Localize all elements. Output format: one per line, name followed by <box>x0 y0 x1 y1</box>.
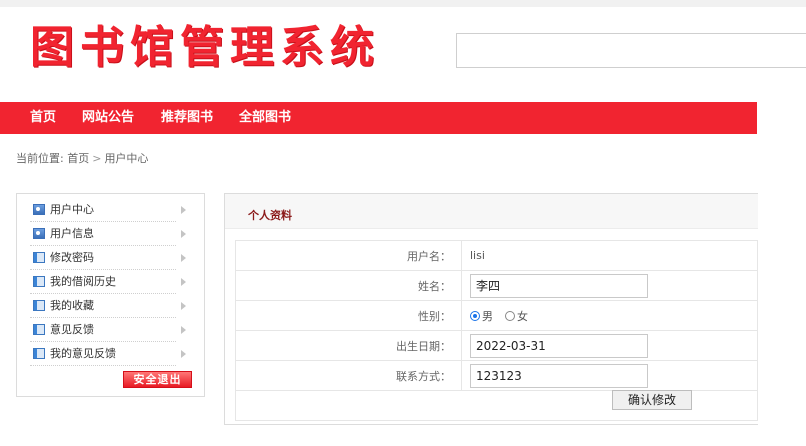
user-card-icon <box>33 204 45 215</box>
username-value: lisi <box>470 249 485 262</box>
document-icon <box>33 252 45 263</box>
sidebar-item-label: 我的收藏 <box>50 299 94 312</box>
username-label: 用户名： <box>235 240 462 271</box>
sidebar-item-feedback[interactable]: 意见反馈 <box>30 318 186 342</box>
gender-female-radio[interactable] <box>505 310 515 321</box>
arrow-right-icon <box>181 350 186 358</box>
user-sidebar: 用户中心 用户信息 修改密码 我的借阅历史 我的收藏 意见反馈 我的意见反馈 安… <box>16 193 205 397</box>
user-card-icon <box>33 228 45 239</box>
document-icon <box>33 300 45 311</box>
site-logo: 图书馆管理系统 <box>30 22 380 73</box>
form-row-name: 姓名： 李四 <box>235 270 758 301</box>
sidebar-item-label: 意见反馈 <box>50 323 94 336</box>
nav-all-books[interactable]: 全部图书 <box>239 102 291 134</box>
search-input[interactable] <box>456 33 806 68</box>
sidebar-item-user-info[interactable]: 用户信息 <box>30 222 186 246</box>
arrow-right-icon <box>181 302 186 310</box>
sidebar-item-label: 修改密码 <box>50 251 94 264</box>
form-row-contact: 联系方式： 123123 <box>235 360 758 391</box>
breadcrumb-separator: > <box>92 152 102 165</box>
gender-male-radio[interactable] <box>470 310 480 321</box>
contact-input[interactable]: 123123 <box>470 363 648 388</box>
arrow-right-icon <box>181 230 186 238</box>
sidebar-item-label: 用户信息 <box>50 227 94 240</box>
main-nav: 首页 网站公告 推荐图书 全部图书 <box>0 102 757 134</box>
document-icon <box>33 324 45 335</box>
logout-button[interactable]: 安全退出 <box>123 371 192 388</box>
gender-male-label: 男 <box>482 309 493 323</box>
sidebar-item-user-center[interactable]: 用户中心 <box>30 198 186 222</box>
sidebar-item-borrow-history[interactable]: 我的借阅历史 <box>30 270 186 294</box>
arrow-right-icon <box>181 326 186 334</box>
sidebar-item-change-password[interactable]: 修改密码 <box>30 246 186 270</box>
panel-header: 个人资料 <box>225 194 758 229</box>
sidebar-item-label: 我的借阅历史 <box>50 275 116 288</box>
panel-title: 个人资料 <box>248 209 292 222</box>
document-icon <box>33 348 45 359</box>
birthday-input[interactable]: 2022-03-31 <box>470 333 648 358</box>
profile-panel: 个人资料 用户名： lisi 姓名： 李四 性别： 男 女 出生日期： 2022… <box>224 193 758 425</box>
breadcrumb-current: 用户中心 <box>104 152 149 165</box>
gender-female-label: 女 <box>517 309 528 323</box>
breadcrumb: 当前位置: 首页 > 用户中心 <box>16 150 148 166</box>
name-label: 姓名： <box>235 270 462 301</box>
form-row-birthday: 出生日期： 2022-03-31 <box>235 330 758 361</box>
nav-home[interactable]: 首页 <box>30 102 56 134</box>
arrow-right-icon <box>181 278 186 286</box>
sidebar-item-label: 用户中心 <box>50 203 94 216</box>
breadcrumb-prefix: 当前位置: <box>16 152 64 165</box>
nav-recommended-books[interactable]: 推荐图书 <box>161 102 213 134</box>
form-row-gender: 性别： 男 女 <box>235 300 758 331</box>
arrow-right-icon <box>181 254 186 262</box>
contact-label: 联系方式： <box>235 360 462 391</box>
birthday-label: 出生日期： <box>235 330 462 361</box>
name-input[interactable]: 李四 <box>470 273 648 298</box>
sidebar-item-label: 我的意见反馈 <box>50 347 116 360</box>
form-row-username: 用户名： lisi <box>235 240 758 271</box>
sidebar-item-my-feedback[interactable]: 我的意见反馈 <box>30 342 186 366</box>
confirm-edit-button[interactable]: 确认修改 <box>612 390 692 410</box>
arrow-right-icon <box>181 206 186 214</box>
sidebar-item-favorites[interactable]: 我的收藏 <box>30 294 186 318</box>
document-icon <box>33 276 45 287</box>
nav-announcements[interactable]: 网站公告 <box>82 102 134 134</box>
top-strip <box>0 0 806 7</box>
gender-label: 性别： <box>235 300 462 331</box>
breadcrumb-home[interactable]: 首页 <box>67 152 89 165</box>
